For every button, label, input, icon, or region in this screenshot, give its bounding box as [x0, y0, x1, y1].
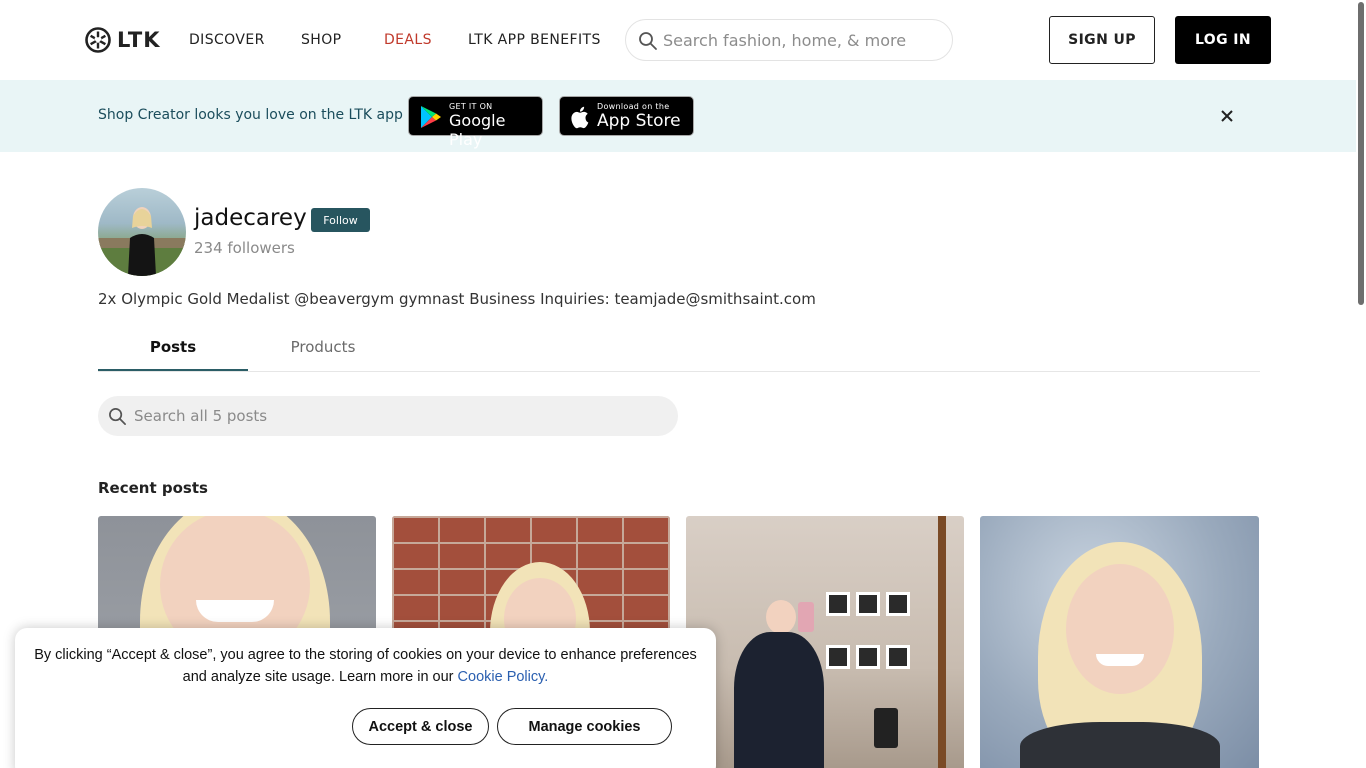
search-icon — [109, 408, 126, 425]
ltk-logo-icon — [85, 27, 111, 53]
cookie-text-block: By clicking “Accept & close”, you agree … — [23, 644, 708, 688]
post-photo-suitcase — [874, 708, 898, 748]
post-photo-smile — [1096, 654, 1144, 666]
post-photo-smile — [196, 600, 274, 622]
avatar-photo — [98, 207, 186, 276]
tab-posts-label: Posts — [149, 338, 197, 356]
google-play-icon — [421, 106, 441, 128]
logo-text: LTK — [117, 28, 161, 52]
post-search — [98, 396, 678, 436]
log-in-button[interactable]: LOG IN — [1175, 16, 1271, 64]
post-card[interactable] — [686, 516, 964, 768]
app-store-badge[interactable]: Download on the App Store — [559, 96, 694, 136]
close-icon[interactable] — [1217, 106, 1237, 126]
post-photo-face — [766, 600, 796, 634]
nav-shop[interactable]: SHOP — [301, 32, 341, 48]
post-search-input[interactable] — [134, 405, 654, 427]
post-card[interactable] — [980, 516, 1259, 768]
tab-products-label: Products — [290, 338, 356, 356]
tab-products[interactable]: Products — [248, 338, 398, 372]
username: jadecarey — [194, 205, 307, 231]
followers-count: 234 followers — [194, 239, 295, 257]
post-photo-frames — [826, 592, 916, 692]
nav-ltk-app-benefits[interactable]: LTK APP BENEFITS — [468, 32, 601, 48]
cookie-dialog: By clicking “Accept & close”, you agree … — [15, 628, 716, 768]
scrollbar-thumb[interactable] — [1358, 2, 1364, 305]
post-photo-mirror-frame — [938, 516, 946, 768]
nav-discover[interactable]: DISCOVER — [189, 32, 265, 48]
site-header: LTK DISCOVER SHOP DEALS LTK APP BENEFITS… — [0, 0, 1356, 80]
profile-bio: 2x Olympic Gold Medalist @beavergym gymn… — [98, 290, 816, 308]
google-play-big: Google Play — [449, 111, 506, 149]
tabs-divider — [98, 371, 1260, 372]
search-icon — [639, 32, 657, 50]
cookie-policy-link[interactable]: Cookie Policy. — [458, 669, 549, 685]
app-store-big: App Store — [597, 111, 681, 131]
post-photo-hoodie — [734, 632, 824, 768]
google-play-badge[interactable]: GET IT ON Google Play — [408, 96, 543, 149]
recent-posts-heading: Recent posts — [98, 479, 208, 497]
banner-text: Shop Creator looks you love on the LTK a… — [98, 107, 403, 123]
apple-icon — [571, 106, 589, 129]
post-photo-phone — [798, 602, 814, 632]
nav-deals[interactable]: DEALS — [384, 32, 432, 48]
tab-posts[interactable]: Posts — [98, 338, 248, 372]
follow-button[interactable]: Follow — [311, 208, 370, 232]
ltk-logo[interactable]: LTK — [85, 27, 161, 53]
cookie-message: By clicking “Accept & close”, you agree … — [34, 647, 697, 685]
site-search — [625, 19, 953, 61]
avatar — [98, 188, 186, 276]
sign-up-button[interactable]: SIGN UP — [1049, 16, 1155, 64]
post-photo-top — [1020, 722, 1220, 768]
app-store-small: Download on the — [597, 102, 670, 111]
manage-cookies-button[interactable]: Manage cookies — [497, 708, 672, 745]
accept-close-button[interactable]: Accept & close — [352, 708, 489, 745]
search-input[interactable] — [663, 28, 943, 52]
google-play-small: GET IT ON — [449, 102, 493, 111]
post-photo-face — [1066, 564, 1174, 694]
app-banner: Shop Creator looks you love on the LTK a… — [0, 80, 1356, 152]
